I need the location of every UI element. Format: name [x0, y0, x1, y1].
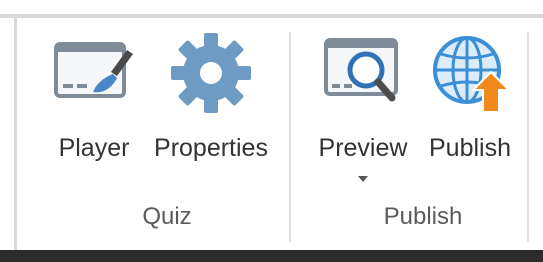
ribbon-screenshot: Player Properties Quiz Preview Publish P… — [0, 0, 543, 262]
chevron-down-icon[interactable] — [358, 176, 368, 182]
globe-upload-icon — [433, 36, 511, 113]
player-button-label: Player — [58, 134, 130, 162]
group-separator-right — [527, 32, 529, 242]
properties-button-label: Properties — [154, 134, 268, 162]
group-label-quiz: Quiz — [142, 203, 192, 230]
preview-magnifier-icon — [324, 38, 398, 102]
ribbon-panel: Player Properties Quiz Preview Publish P… — [17, 18, 543, 250]
gear-icon — [171, 33, 251, 113]
bottom-border — [0, 250, 543, 262]
preview-button-label: Preview — [318, 134, 408, 162]
publish-button-label: Publish — [429, 134, 511, 162]
group-separator — [289, 32, 291, 242]
player-window-brush-icon — [54, 42, 133, 98]
group-label-publish: Publish — [383, 203, 463, 230]
